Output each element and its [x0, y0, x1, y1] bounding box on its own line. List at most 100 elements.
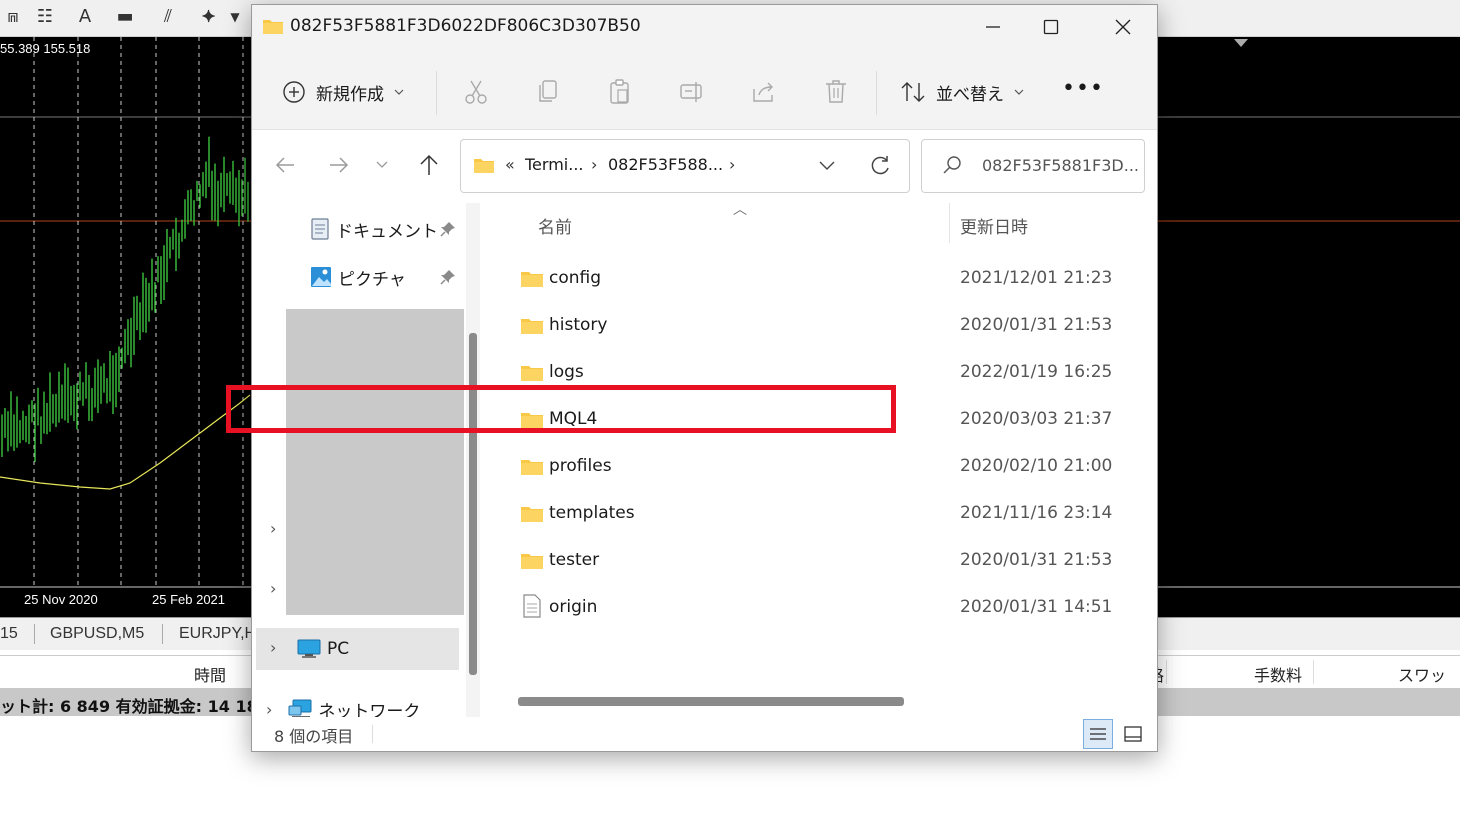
address-dropdown-button[interactable]: [813, 154, 841, 178]
chevron-down-icon: [819, 161, 835, 170]
paste-button[interactable]: [606, 77, 634, 107]
chevron-down-icon[interactable]: ▼: [222, 6, 248, 28]
fibo-lines-icon[interactable]: ⫽: [155, 6, 181, 28]
close-icon: [1115, 19, 1131, 35]
chevron-down-icon: [376, 161, 388, 168]
column-header-time[interactable]: 時間: [194, 662, 226, 686]
breadcrumb-separator-icon[interactable]: ›: [729, 155, 735, 174]
recent-locations-button[interactable]: [367, 150, 397, 180]
search-icon: [942, 155, 962, 179]
breadcrumb-item[interactable]: Termi...: [525, 155, 583, 174]
delete-icon: [826, 80, 846, 103]
search-box[interactable]: 082F53F5881F3D...: [921, 139, 1145, 193]
navigation-pane: ドキュメント ピクチャ › › › PC › ネットワーク: [252, 203, 488, 722]
paste-icon: [610, 79, 629, 104]
search-input[interactable]: 082F53F5881F3D...: [982, 156, 1139, 175]
folder-icon: [520, 457, 544, 481]
column-header-commission[interactable]: 手数料: [1254, 662, 1302, 686]
sort-button[interactable]: 並べ替え: [900, 77, 1024, 107]
arrows-tool-icon[interactable]: ⯌: [196, 6, 222, 28]
expand-chevron-icon[interactable]: ›: [270, 519, 276, 538]
horizontal-scrollbar-thumb[interactable]: [518, 697, 904, 706]
plus-circle-icon: [283, 81, 305, 103]
file-row-tester[interactable]: tester 2020/01/31 21:53: [512, 537, 1142, 584]
delete-button[interactable]: [822, 77, 850, 107]
minimize-button[interactable]: [970, 5, 1016, 49]
cut-icon: [465, 80, 487, 104]
new-button-label: 新規作成: [316, 84, 384, 105]
file-name: logs: [549, 362, 584, 382]
file-row-mql4[interactable]: MQL4 2020/03/03 21:37: [512, 396, 1142, 443]
breadcrumb-separator-icon[interactable]: ›: [591, 155, 597, 174]
column-header-name[interactable]: 名前: [538, 213, 572, 238]
file-name: templates: [549, 503, 635, 523]
up-button[interactable]: [414, 150, 444, 180]
tiles-view-button[interactable]: [1118, 719, 1148, 749]
file-name: MQL4: [549, 409, 598, 429]
pictures-icon: [311, 267, 331, 287]
close-button[interactable]: [1100, 5, 1146, 49]
expand-chevron-icon[interactable]: ›: [270, 638, 276, 657]
pin-icon[interactable]: [440, 269, 456, 289]
file-row-history[interactable]: history 2020/01/31 21:53: [512, 302, 1142, 349]
nav-item-documents[interactable]: ドキュメント: [310, 209, 438, 249]
maximize-icon: [1043, 19, 1059, 35]
copy-icon: [539, 80, 557, 102]
folder-icon: [520, 410, 544, 434]
back-button[interactable]: [270, 150, 300, 180]
chevron-down-icon: [1014, 89, 1024, 95]
forward-button[interactable]: [324, 150, 354, 180]
folder-icon: [520, 504, 544, 528]
nav-item-label: ドキュメント: [336, 221, 438, 242]
file-row-config[interactable]: config 2021/12/01 21:23: [512, 255, 1142, 302]
file-name: tester: [549, 550, 600, 570]
file-explorer-window: 082F53F5881F3D6022DF806C3D307B50 新規作成 並べ…: [251, 4, 1158, 752]
breadcrumb-item[interactable]: 082F53F588...: [608, 155, 723, 174]
label-tool-icon[interactable]: ▬: [112, 6, 138, 28]
expand-chevron-icon[interactable]: ›: [270, 579, 276, 598]
fibo-tool-icon[interactable]: ⩎: [0, 6, 26, 28]
file-row-origin[interactable]: origin 2020/01/31 14:51: [512, 584, 1142, 631]
refresh-button[interactable]: [866, 153, 894, 179]
file-modified-date: 2021/12/01 21:23: [960, 268, 1113, 288]
rename-button[interactable]: [678, 77, 706, 107]
file-row-profiles[interactable]: profiles 2020/02/10 21:00: [512, 443, 1142, 490]
chevron-down-icon: [394, 89, 404, 95]
file-modified-date: 2020/02/10 21:00: [960, 456, 1113, 476]
nav-scrollbar-thumb[interactable]: [469, 333, 477, 675]
address-bar[interactable]: « Termi... › 082F53F588... ›: [460, 139, 910, 193]
file-name: config: [549, 268, 602, 288]
copy-button[interactable]: [534, 77, 562, 107]
expand-chevron-icon[interactable]: ›: [266, 700, 272, 719]
text-tool-icon[interactable]: A: [72, 6, 98, 28]
symbol-tab[interactable]: GBPUSD,M5: [50, 625, 144, 643]
details-view-icon: [1090, 728, 1106, 740]
title-bar[interactable]: 082F53F5881F3D6022DF806C3D307B50: [252, 5, 1157, 49]
cut-button[interactable]: [462, 77, 490, 107]
share-icon: [753, 82, 773, 102]
overflow-breadcrumb[interactable]: «: [505, 155, 515, 174]
file-modified-date: 2020/03/03 21:37: [960, 409, 1113, 429]
item-count: 8 個の項目: [274, 727, 354, 746]
share-button[interactable]: [750, 77, 778, 107]
file-row-logs[interactable]: logs 2022/01/19 16:25: [512, 349, 1142, 396]
file-modified-date: 2021/11/16 23:14: [960, 503, 1113, 523]
nav-item-label: PC: [327, 639, 350, 659]
new-button[interactable]: 新規作成: [282, 77, 404, 107]
more-options-button[interactable]: •••: [1062, 77, 1103, 107]
maximize-button[interactable]: [1028, 5, 1074, 49]
sort-icon: [901, 82, 925, 102]
folder-icon: [262, 16, 284, 40]
file-row-templates[interactable]: templates 2021/11/16 23:14: [512, 490, 1142, 537]
file-modified-date: 2020/01/31 21:53: [960, 315, 1113, 335]
symbol-tab[interactable]: EURJPY,H: [179, 625, 256, 643]
details-view-button[interactable]: [1083, 719, 1113, 749]
arrow-up-icon: [420, 154, 438, 175]
nav-item-pictures[interactable]: ピクチャ: [310, 257, 406, 297]
fibo-fan-icon[interactable]: ☷: [32, 6, 58, 28]
arrow-right-icon: [330, 157, 349, 173]
nav-item-pc[interactable]: › PC: [256, 628, 459, 670]
pin-icon[interactable]: [440, 221, 456, 241]
column-header-modified[interactable]: 更新日時: [960, 213, 1028, 238]
symbol-tab[interactable]: 15: [0, 625, 18, 643]
